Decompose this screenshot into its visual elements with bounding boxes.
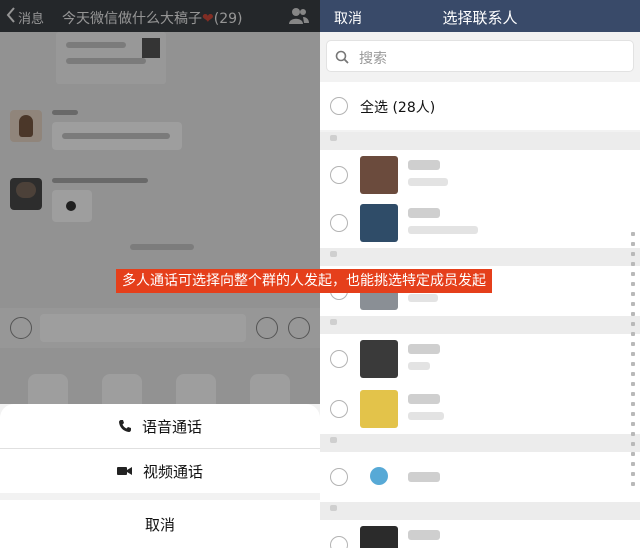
- contact-row[interactable]: [320, 384, 640, 434]
- index-letter[interactable]: [631, 302, 635, 306]
- index-letter[interactable]: [631, 452, 635, 456]
- index-letter[interactable]: [631, 282, 635, 286]
- index-letter[interactable]: [631, 472, 635, 476]
- alphabet-index-bar[interactable]: [630, 232, 636, 492]
- section-letter: [330, 319, 337, 325]
- index-letter[interactable]: [631, 422, 635, 426]
- video-camera-icon: [116, 465, 133, 477]
- contact-row[interactable]: [320, 150, 640, 200]
- index-letter[interactable]: [631, 342, 635, 346]
- index-letter[interactable]: [631, 372, 635, 376]
- index-letter[interactable]: [631, 292, 635, 296]
- contact-avatar: [360, 204, 398, 242]
- index-letter[interactable]: [631, 362, 635, 366]
- contact-subtitle: [408, 226, 478, 234]
- select-all-label: 全选 (28人): [360, 100, 436, 116]
- modal-overlay[interactable]: [0, 0, 320, 404]
- section-header: [320, 132, 640, 150]
- index-letter[interactable]: [631, 482, 635, 486]
- contact-name: [408, 472, 440, 482]
- sheet-cancel-label: 取消: [144, 515, 175, 534]
- select-all-row[interactable]: 全选 (28人): [320, 82, 640, 130]
- section-letter: [330, 135, 337, 141]
- index-letter[interactable]: [631, 442, 635, 446]
- voice-call-button[interactable]: 语音通话: [0, 404, 320, 449]
- contact-checkbox[interactable]: [330, 214, 348, 232]
- contact-checkbox[interactable]: [330, 536, 348, 548]
- contact-checkbox[interactable]: [330, 468, 348, 486]
- index-letter[interactable]: [631, 232, 635, 236]
- avatar-figure: [370, 467, 388, 485]
- caption-banner: 多人通话可选择向整个群的人发起，也能挑选特定成员发起: [116, 269, 492, 293]
- contact-avatar: [360, 458, 398, 496]
- sheet-cancel-button[interactable]: 取消: [0, 500, 320, 548]
- contact-subtitle: [408, 178, 448, 186]
- contact-row[interactable]: [320, 452, 640, 502]
- section-letter: [330, 437, 337, 443]
- contact-avatar: [360, 340, 398, 378]
- search-input[interactable]: 搜索: [326, 40, 634, 72]
- contact-name: [408, 160, 440, 170]
- index-letter[interactable]: [631, 402, 635, 406]
- index-letter[interactable]: [631, 382, 635, 386]
- index-letter[interactable]: [631, 352, 635, 356]
- section-header: [320, 434, 640, 452]
- section-letter: [330, 251, 337, 257]
- search-section: 搜索: [320, 32, 640, 82]
- call-action-sheet: 语音通话 视频通话 取消: [0, 404, 320, 548]
- contacts-nav-bar: 选择联系人 取消: [320, 0, 640, 32]
- index-letter[interactable]: [631, 242, 635, 246]
- section-letter: [330, 505, 337, 511]
- contact-subtitle: [408, 362, 430, 370]
- voice-call-label: 语音通话: [141, 417, 202, 436]
- contact-name: [408, 394, 440, 404]
- index-letter[interactable]: [631, 272, 635, 276]
- contact-avatar: [360, 390, 398, 428]
- index-letter[interactable]: [631, 252, 635, 256]
- index-letter[interactable]: [631, 332, 635, 336]
- phone-icon: [118, 419, 132, 433]
- contact-subtitle: [408, 294, 438, 302]
- contact-avatar: [360, 156, 398, 194]
- section-header: [320, 316, 640, 334]
- contact-name: [408, 344, 440, 354]
- section-header: [320, 502, 640, 520]
- select-all-checkbox[interactable]: [330, 97, 348, 115]
- contact-name: [408, 208, 440, 218]
- contact-avatar: [360, 526, 398, 548]
- index-letter[interactable]: [631, 312, 635, 316]
- contact-row[interactable]: [320, 334, 640, 384]
- index-letter[interactable]: [631, 432, 635, 436]
- contact-subtitle: [408, 412, 444, 420]
- contact-checkbox[interactable]: [330, 350, 348, 368]
- contact-checkbox[interactable]: [330, 166, 348, 184]
- video-call-button[interactable]: 视频通话: [0, 449, 320, 493]
- index-letter[interactable]: [631, 462, 635, 466]
- contact-row[interactable]: [320, 520, 640, 548]
- video-call-label: 视频通话: [142, 462, 203, 481]
- index-letter[interactable]: [631, 392, 635, 396]
- search-icon: [335, 49, 349, 68]
- index-letter[interactable]: [631, 322, 635, 326]
- search-placeholder: 搜索: [359, 51, 387, 67]
- contact-row[interactable]: [320, 198, 640, 248]
- index-letter[interactable]: [631, 412, 635, 416]
- cancel-button[interactable]: 取消: [334, 8, 362, 28]
- page-title: 选择联系人: [442, 9, 518, 27]
- index-letter[interactable]: [631, 262, 635, 266]
- contact-checkbox[interactable]: [330, 400, 348, 418]
- section-header: [320, 248, 640, 266]
- contact-name: [408, 530, 440, 540]
